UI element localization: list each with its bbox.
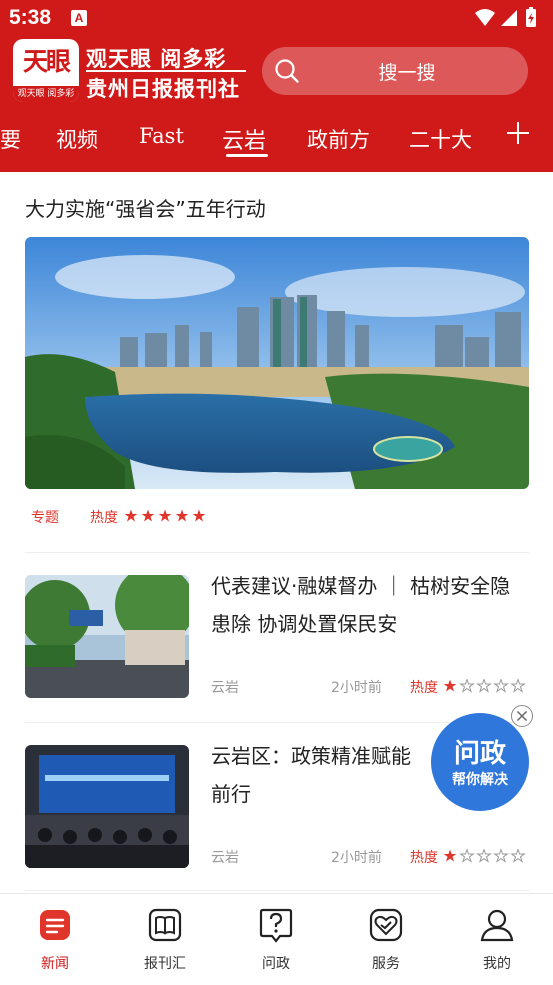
nav-label: 我的	[483, 956, 511, 972]
divider	[25, 552, 529, 553]
add-tab-icon[interactable]	[505, 120, 531, 146]
signal-icon	[501, 10, 517, 26]
brand-divider	[86, 70, 246, 72]
app-logo[interactable]: 天眼 观天眼 阅多彩	[13, 39, 79, 102]
nav-label: 报刊汇	[144, 956, 186, 972]
nav-label: 服务	[372, 956, 400, 972]
news-heat-stars	[443, 849, 526, 863]
news-time: 2小时前	[331, 680, 382, 696]
brand-slogan: 观天眼 阅多彩	[86, 47, 227, 71]
status-bar: 5:38 A	[0, 0, 553, 36]
status-time: 5:38	[9, 6, 52, 29]
news-time: 2小时前	[331, 850, 382, 866]
nav-news[interactable]: 新闻	[0, 894, 110, 985]
news-icon	[40, 910, 70, 940]
divider	[25, 890, 529, 891]
news-heat-label: 热度	[410, 680, 438, 696]
news-source: 云岩	[211, 680, 239, 696]
search-box[interactable]: 搜一搜	[262, 47, 528, 95]
wifi-icon	[475, 9, 495, 26]
feature-heat-stars	[124, 509, 206, 522]
tab-zhengqianfang[interactable]: 政前方	[307, 124, 370, 154]
close-icon[interactable]	[511, 705, 533, 727]
logo-tagline: 观天眼 阅多彩	[13, 86, 79, 102]
tab-yunyan[interactable]: 云岩	[222, 123, 266, 155]
user-icon	[480, 909, 514, 942]
news-thumbnail[interactable]	[25, 745, 189, 868]
brand-publisher: 贵州日报报刊社	[86, 77, 240, 101]
nav-mine[interactable]: 我的	[442, 894, 552, 985]
bottom-nav: 新闻 报刊汇 问政 服务 我的	[0, 893, 553, 984]
logo-mark: 天眼	[22, 47, 71, 76]
book-icon	[148, 908, 182, 942]
feature-heat-label: 热度	[90, 510, 118, 526]
feature-tag[interactable]: 专题	[31, 507, 59, 527]
nav-newspapers[interactable]: 报刊汇	[110, 894, 220, 985]
tab-yao[interactable]: 要	[0, 124, 21, 154]
search-placeholder: 搜一搜	[378, 62, 436, 84]
float-button-title: 问政	[453, 739, 506, 769]
news-thumbnail[interactable]	[25, 575, 189, 698]
notification-icon: A	[71, 10, 87, 26]
heart-service-icon	[369, 908, 403, 942]
tab-ershida[interactable]: 二十大	[409, 124, 472, 154]
feature-title[interactable]: 大力实施“强省会”五年行动	[25, 193, 266, 222]
news-source: 云岩	[211, 850, 239, 866]
nav-services[interactable]: 服务	[331, 894, 441, 985]
question-icon	[259, 908, 293, 943]
tab-active-indicator	[226, 154, 268, 157]
feature-image[interactable]	[25, 237, 529, 489]
status-icons	[475, 7, 536, 27]
wenzheng-float-button[interactable]: 问政 帮你解决	[431, 713, 529, 811]
nav-label: 新闻	[41, 956, 69, 972]
news-title[interactable]: 代表建议·融媒督办 ｜ 枯树安全隐患除 协调处置保民安	[211, 567, 529, 643]
news-heat-stars	[443, 679, 526, 693]
nav-label: 问政	[262, 956, 290, 972]
tab-fast[interactable]: Fast	[139, 124, 184, 148]
tab-video[interactable]: 视频	[56, 124, 98, 154]
nav-wenzheng[interactable]: 问政	[221, 894, 331, 985]
app-header: 5:38 A 天眼 观天眼 阅多彩 观天眼 阅多彩 贵州日报报刊社 搜一搜 要 …	[0, 0, 553, 172]
news-heat-label: 热度	[410, 850, 438, 866]
float-button-subtitle: 帮你解决	[452, 772, 508, 788]
news-title[interactable]: 云岩区：政策精准赋能 前行	[211, 737, 431, 813]
